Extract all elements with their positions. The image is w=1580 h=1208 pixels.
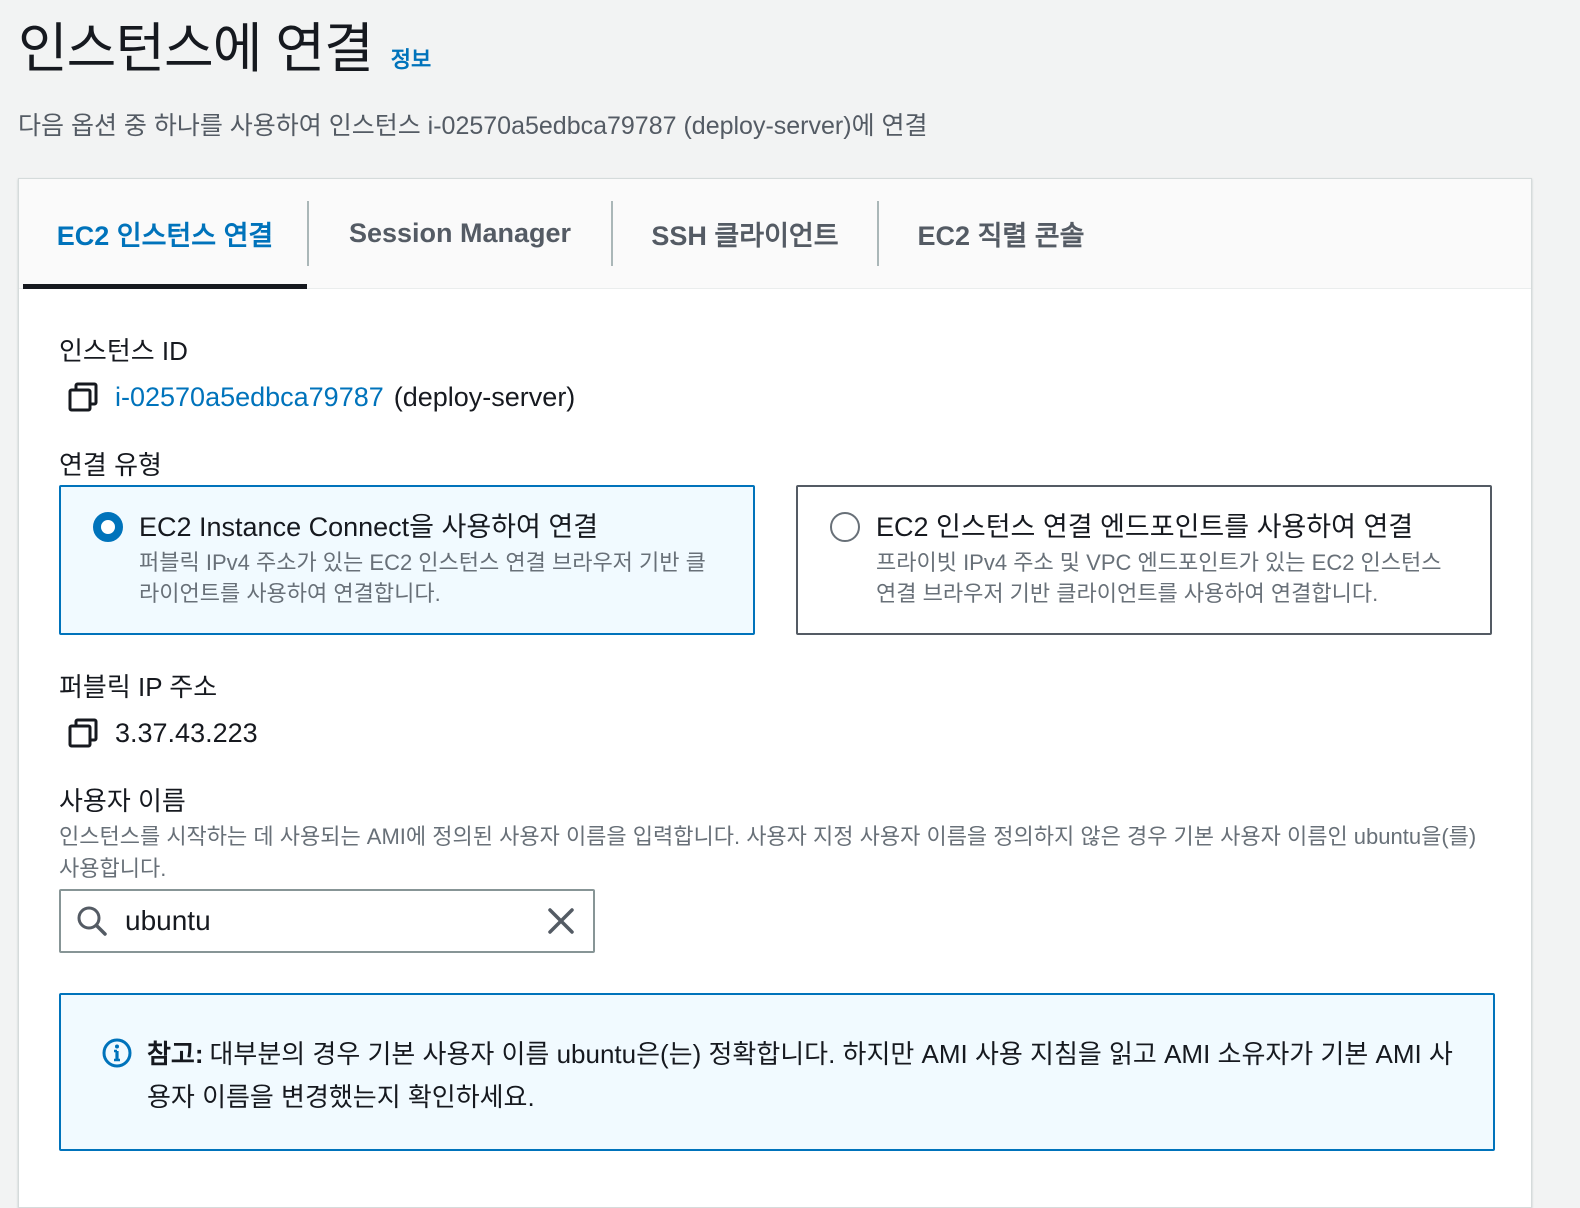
radio-button-selected[interactable] bbox=[93, 512, 123, 542]
alert-message: 대부분의 경우 기본 사용자 이름 ubuntu은(는) 정확합니다. 하지만 … bbox=[147, 1039, 1453, 1112]
radio-option-title: EC2 Instance Connect을 사용하여 연결 bbox=[139, 512, 599, 542]
instance-id-link[interactable]: i-02570a5edbca79787 bbox=[115, 382, 384, 413]
copy-icon[interactable] bbox=[65, 379, 101, 415]
radio-option-text: EC2 Instance Connect을 사용하여 연결 퍼블릭 IPv4 주… bbox=[139, 509, 725, 633]
username-label: 사용자 이름 bbox=[59, 786, 186, 816]
radio-option-description: 퍼블릭 IPv4 주소가 있는 EC2 인스턴스 연결 브라우저 기반 클라이언… bbox=[139, 550, 706, 606]
username-description: 인스턴스를 시작하는 데 사용되는 AMI에 정의된 사용자 이름을 입력합니다… bbox=[59, 824, 1477, 881]
instance-name: (deploy-server) bbox=[393, 381, 576, 412]
tab-bar: EC2 인스턴스 연결 Session Manager SSH 클라이언트 EC… bbox=[19, 179, 1531, 289]
radio-button[interactable] bbox=[830, 512, 860, 542]
radio-option-instance-connect[interactable]: EC2 Instance Connect을 사용하여 연결 퍼블릭 IPv4 주… bbox=[59, 485, 755, 635]
radio-option-endpoint[interactable]: EC2 인스턴스 연결 엔드포인트를 사용하여 연결 프라이빗 IPv4 주소 … bbox=[796, 485, 1492, 635]
active-tab-indicator bbox=[23, 284, 307, 289]
tab-ec2-serial-console[interactable]: EC2 직렬 콘솔 bbox=[879, 179, 1123, 288]
instance-id-label: 인스턴스 ID bbox=[59, 336, 188, 366]
search-icon bbox=[75, 904, 109, 938]
close-icon[interactable] bbox=[545, 905, 577, 937]
public-ip-value: 3.37.43.223 bbox=[115, 717, 258, 748]
tab-ssh-client[interactable]: SSH 클라이언트 bbox=[613, 179, 877, 288]
info-link[interactable]: 정보 bbox=[391, 42, 431, 74]
username-input-box bbox=[59, 889, 595, 953]
connection-type-label: 연결 유형 bbox=[59, 450, 162, 480]
page-subtitle: 다음 옵션 중 하나를 사용하여 인스턴스 i-02570a5edbca7978… bbox=[18, 112, 928, 140]
info-circle-icon bbox=[101, 1037, 133, 1069]
public-ip-row: 3.37.43.223 bbox=[59, 715, 258, 751]
radio-option-text: EC2 인스턴스 연결 엔드포인트를 사용하여 연결 프라이빗 IPv4 주소 … bbox=[876, 509, 1462, 633]
alert-text-block: 참고: 대부분의 경우 기본 사용자 이름 ubuntu은(는) 정확합니다. 하… bbox=[147, 1033, 1453, 1149]
tab-session-manager[interactable]: Session Manager bbox=[309, 179, 611, 288]
title-row: 인스턴스에 연결 정보 bbox=[18, 14, 1558, 84]
copy-icon[interactable] bbox=[65, 715, 101, 751]
radio-option-title: EC2 인스턴스 연결 엔드포인트를 사용하여 연결 bbox=[876, 512, 1414, 542]
alert-title: 참고: bbox=[147, 1039, 204, 1069]
instance-id-row: i-02570a5edbca79787 (deploy-server) bbox=[59, 379, 575, 415]
connect-card: EC2 인스턴스 연결 Session Manager SSH 클라이언트 EC… bbox=[18, 178, 1532, 1208]
page-title: 인스턴스에 연결 bbox=[18, 19, 374, 79]
info-alert: 참고: 대부분의 경우 기본 사용자 이름 ubuntu은(는) 정확합니다. 하… bbox=[59, 993, 1495, 1151]
radio-option-description: 프라이빗 IPv4 주소 및 VPC 엔드포인트가 있는 EC2 인스턴스 연결… bbox=[876, 550, 1442, 606]
public-ip-label: 퍼블릭 IP 주소 bbox=[59, 672, 218, 702]
username-input[interactable] bbox=[125, 905, 545, 937]
page-header: 인스턴스에 연결 정보 다음 옵션 중 하나를 사용하여 인스턴스 i-0257… bbox=[18, 14, 1558, 142]
tab-ec2-instance-connect[interactable]: EC2 인스턴스 연결 bbox=[23, 179, 307, 288]
